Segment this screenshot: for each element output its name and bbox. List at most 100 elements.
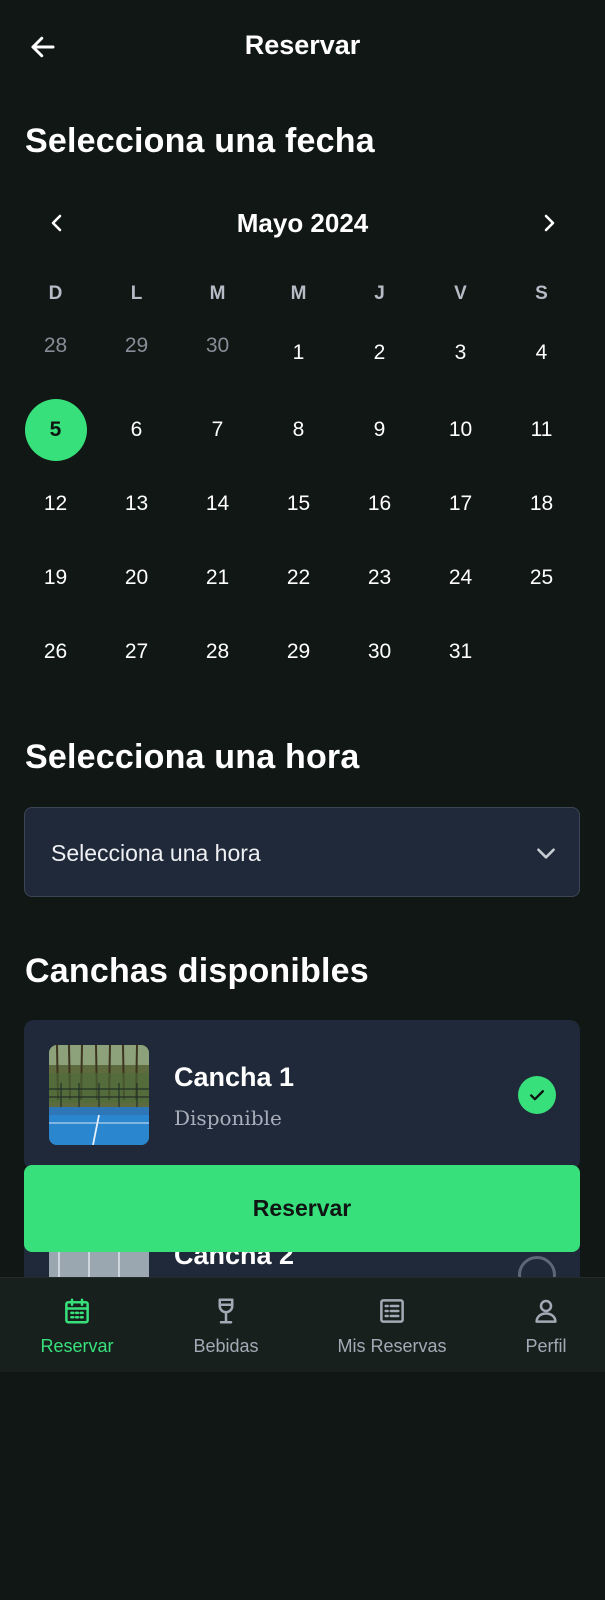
- calendar-day[interactable]: 15: [268, 473, 330, 535]
- user-icon: [535, 1299, 557, 1323]
- date-section-title: Selecciona una fecha: [25, 122, 375, 160]
- calendar-day[interactable]: 1: [268, 322, 330, 384]
- court-image: [49, 1045, 149, 1145]
- top-app-bar: Reservar: [0, 0, 605, 96]
- calendar-day[interactable]: 10: [430, 399, 492, 461]
- reserve-button[interactable]: Reservar: [24, 1165, 580, 1252]
- calendar-day[interactable]: 16: [349, 473, 411, 535]
- nav-label: Bebidas: [193, 1336, 259, 1356]
- nav-label: Mis Reservas: [337, 1336, 447, 1356]
- weekday-header: D L M M J V S: [15, 283, 591, 305]
- calendar-cell: 27: [96, 615, 177, 689]
- calendar-cell: 20: [96, 541, 177, 615]
- calendar-day[interactable]: 30: [349, 621, 411, 683]
- calendar-day[interactable]: 27: [106, 621, 168, 683]
- calendar-cell: 30: [177, 313, 258, 393]
- weekday-label: M: [209, 283, 226, 304]
- calendar-day-outside-month: 29: [124, 334, 149, 357]
- court-name: Cancha 1: [174, 1062, 295, 1092]
- nav-item-perfil[interactable]: Perfil: [518, 1278, 574, 1373]
- calendar-day[interactable]: 14: [187, 473, 249, 535]
- page-title: Reservar: [244, 30, 361, 60]
- calendar-day[interactable]: 22: [268, 547, 330, 609]
- calendar-cell: 14: [177, 467, 258, 541]
- calendar-day[interactable]: 17: [430, 473, 492, 535]
- nav-label: Perfil: [525, 1336, 567, 1356]
- calendar-day[interactable]: 7: [187, 399, 249, 461]
- calendar-cell: 6: [96, 393, 177, 467]
- chevron-down-icon: [537, 848, 555, 859]
- calendar-cell: 24: [420, 541, 501, 615]
- weekday-label: S: [535, 283, 548, 304]
- calendar-cell: 18: [501, 467, 582, 541]
- month-label: Mayo 2024: [236, 208, 369, 238]
- calendar-day[interactable]: 9: [349, 399, 411, 461]
- calendar-day[interactable]: 24: [430, 547, 492, 609]
- calendar-cell: 10: [420, 393, 501, 467]
- calendar-day[interactable]: 26: [25, 621, 87, 683]
- weekday-label: J: [374, 283, 385, 304]
- nav-item-bebidas[interactable]: Bebidas: [186, 1278, 266, 1373]
- calendar-cell: 28: [15, 313, 96, 393]
- calendar-week-row: 26 27 28 29 30 31: [15, 615, 591, 689]
- calendar-cell: 16: [339, 467, 420, 541]
- calendar-week-row: 19 20 21 22 23 24 25: [15, 541, 591, 615]
- calendar-cell: 22: [258, 541, 339, 615]
- calendar-day[interactable]: 25: [511, 547, 573, 609]
- calendar-day[interactable]: 11: [511, 399, 573, 461]
- calendar-cell: 9: [339, 393, 420, 467]
- calendar-icon: [65, 1298, 89, 1324]
- calendar-cell: 21: [177, 541, 258, 615]
- calendar-day[interactable]: 6: [106, 399, 168, 461]
- calendar-day[interactable]: 29: [268, 621, 330, 683]
- calendar-cell: [501, 615, 582, 689]
- wine-glass-icon: [218, 1298, 234, 1324]
- calendar-day[interactable]: 8: [268, 399, 330, 461]
- month-navigator: Mayo 2024: [0, 200, 605, 246]
- calendar-day[interactable]: 18: [511, 473, 573, 535]
- calendar-day[interactable]: 19: [25, 547, 87, 609]
- list-icon: [380, 1299, 404, 1323]
- calendar-day[interactable]: 12: [25, 473, 87, 535]
- calendar-day[interactable]: 2: [349, 322, 411, 384]
- bottom-navigation: Reservar Bebidas Mis Reservas Perfil: [0, 1277, 605, 1372]
- calendar-day-outside-month: 28: [43, 334, 68, 357]
- calendar-day[interactable]: 28: [187, 621, 249, 683]
- nav-item-reservar[interactable]: Reservar: [34, 1278, 120, 1373]
- calendar-day-selected[interactable]: 5: [24, 399, 87, 461]
- calendar-cell: 17: [420, 467, 501, 541]
- court-card[interactable]: Cancha 1 Disponible: [24, 1020, 580, 1170]
- calendar-week-row: 12 13 14 15 16 17 18: [15, 467, 591, 541]
- calendar-day[interactable]: 13: [106, 473, 168, 535]
- calendar-cell: 7: [177, 393, 258, 467]
- nav-label: Reservar: [40, 1336, 114, 1356]
- calendar-week-row: 28 29 30 1 2 3 4: [15, 313, 591, 393]
- calendar-cell: 25: [501, 541, 582, 615]
- calendar-day[interactable]: 3: [430, 322, 492, 384]
- calendar-cell: 15: [258, 467, 339, 541]
- calendar-day[interactable]: 23: [349, 547, 411, 609]
- calendar-day[interactable]: 21: [187, 547, 249, 609]
- calendar-cell: 29: [258, 615, 339, 689]
- calendar-day[interactable]: 31: [430, 621, 492, 683]
- nav-item-mis-reservas[interactable]: Mis Reservas: [332, 1278, 452, 1373]
- calendar-cell: 28: [177, 615, 258, 689]
- courts-section-title: Canchas disponibles: [25, 952, 369, 990]
- weekday-label: L: [130, 283, 143, 304]
- calendar-week-row: 5 6 7 8 9 10 11: [15, 393, 591, 467]
- court-selected-radio[interactable]: [518, 1076, 556, 1114]
- chevron-right-icon: [544, 214, 555, 232]
- calendar-cell: 23: [339, 541, 420, 615]
- time-select[interactable]: Selecciona una hora: [24, 807, 580, 897]
- calendar-cell: 12: [15, 467, 96, 541]
- calendar-cell: 31: [420, 615, 501, 689]
- next-month-button[interactable]: [532, 206, 566, 240]
- calendar-cell: 5: [15, 393, 96, 467]
- calendar-cell: 13: [96, 467, 177, 541]
- time-select-value: Selecciona una hora: [51, 840, 261, 866]
- time-section-title: Selecciona una hora: [25, 738, 360, 776]
- calendar-day[interactable]: 4: [511, 322, 573, 384]
- calendar-cell: 19: [15, 541, 96, 615]
- calendar-day[interactable]: 20: [106, 547, 168, 609]
- calendar-cell: 30: [339, 615, 420, 689]
